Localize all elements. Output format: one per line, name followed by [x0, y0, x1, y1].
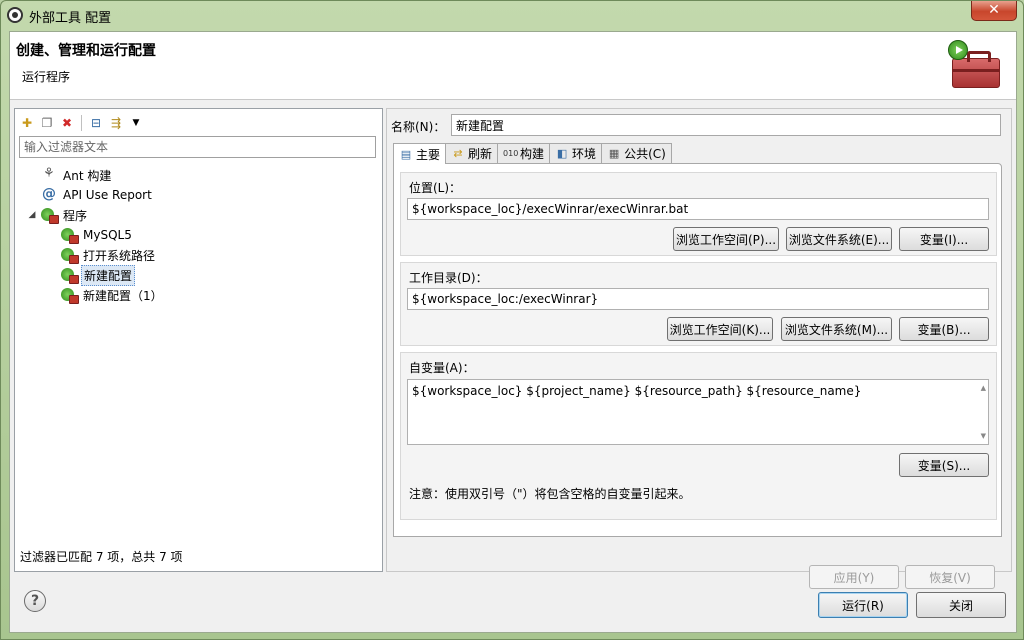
- workdir-browse-workspace-button[interactable]: 浏览工作空间(K)...: [667, 317, 773, 341]
- arguments-group: 自变量(A)： ${workspace_loc} ${project_name}…: [400, 352, 997, 520]
- program-config-icon: [61, 227, 79, 244]
- tree-item-mysql5[interactable]: MySQL5: [61, 225, 134, 245]
- main-tab-body: 位置(L)： ${workspace_loc}/execWinrar/execW…: [393, 163, 1002, 537]
- eclipse-icon: [7, 7, 23, 23]
- dialog-window: 外部工具 配置 ✕ 创建、管理和运行配置 运行程序 ✚ ❐ ✖ ⊟ ⇶ ▼ 输入…: [0, 0, 1024, 640]
- new-config-icon[interactable]: ✚: [19, 115, 35, 131]
- title-bar[interactable]: 外部工具 配置 ✕: [1, 1, 1023, 29]
- api-icon: [41, 186, 57, 203]
- workdir-variables-button[interactable]: 变量(B)...: [899, 317, 989, 341]
- working-directory-field[interactable]: ${workspace_loc:/execWinrar}: [407, 288, 989, 310]
- collapse-all-icon[interactable]: ⊟: [88, 115, 104, 131]
- delete-icon[interactable]: ✖: [59, 115, 75, 131]
- program-config-icon: [61, 267, 79, 284]
- tree-item-label: 打开系统路径: [83, 248, 156, 263]
- location-group: 位置(L)： ${workspace_loc}/execWinrar/execW…: [400, 172, 997, 256]
- tree-item-label: 程序: [63, 208, 88, 223]
- window-close-button[interactable]: ✕: [971, 1, 1017, 21]
- name-label: 名称(N)：: [391, 120, 446, 134]
- header-title: 创建、管理和运行配置: [16, 43, 156, 59]
- help-icon[interactable]: ?: [24, 590, 46, 612]
- config-toolbar: ✚ ❐ ✖ ⊟ ⇶ ▼: [19, 113, 144, 133]
- ant-icon: [41, 166, 57, 183]
- name-field[interactable]: 新建配置: [451, 114, 1001, 136]
- common-tab-icon: ▦: [608, 147, 620, 160]
- tab-label: 主要: [416, 147, 441, 162]
- location-variables-button[interactable]: 变量(I)...: [899, 227, 989, 251]
- tree-item-api-use-report[interactable]: API Use Report: [41, 185, 154, 205]
- environment-tab-icon: ◧: [556, 147, 568, 160]
- program-icon: [41, 207, 59, 224]
- tree-item-label: 新建配置（1）: [83, 288, 163, 303]
- arguments-note: 注意：使用双引号（"）将包含空格的自变量引起来。: [409, 487, 691, 501]
- arguments-variables-button[interactable]: 变量(S)...: [899, 453, 989, 477]
- config-editor-panel: 名称(N)： 新建配置 ▤ 主要 ⇄ 刷新 010 构建 ◧ 环境 ▦ 公共(C…: [386, 108, 1012, 589]
- tab-label: 构建: [520, 147, 545, 161]
- arguments-label: 自变量(A)：: [409, 361, 475, 375]
- tree-item-program[interactable]: ◢ 程序: [27, 205, 89, 225]
- tab-label: 环境: [572, 147, 597, 161]
- location-browse-filesystem-button[interactable]: 浏览文件系统(E)...: [786, 227, 892, 251]
- scroll-down-icon[interactable]: ▼: [981, 432, 986, 440]
- dropdown-icon[interactable]: ▼: [128, 115, 144, 131]
- tree-item-new-config[interactable]: 新建配置: [61, 264, 136, 286]
- expand-collapse-icon[interactable]: ◢: [27, 210, 37, 220]
- program-config-icon: [61, 287, 79, 304]
- tree-item-label: Ant 构建: [63, 168, 112, 183]
- program-config-icon: [61, 247, 79, 264]
- run-button[interactable]: 运行(R): [818, 592, 908, 618]
- tree-item-label: 新建配置: [81, 264, 136, 286]
- tree-item-label: MySQL5: [83, 228, 132, 242]
- tree-item-new-config-1[interactable]: 新建配置（1）: [61, 285, 165, 305]
- refresh-tab-icon: ⇄: [453, 147, 463, 160]
- scroll-up-icon[interactable]: ▲: [981, 384, 986, 392]
- tab-environment[interactable]: ◧ 环境: [549, 143, 603, 163]
- workdir-browse-filesystem-button[interactable]: 浏览文件系统(M)...: [781, 317, 892, 341]
- dialog-client-area: 创建、管理和运行配置 运行程序 ✚ ❐ ✖ ⊟ ⇶ ▼ An: [9, 31, 1017, 633]
- tab-label: 公共(C): [624, 147, 666, 161]
- tab-label: 刷新: [468, 147, 493, 161]
- duplicate-icon[interactable]: ❐: [39, 115, 55, 131]
- config-list-panel: ✚ ❐ ✖ ⊟ ⇶ ▼ Ant 构建 API Use Report: [14, 108, 383, 572]
- tab-common[interactable]: ▦ 公共(C): [601, 143, 672, 163]
- toolbar-separator: [81, 115, 82, 131]
- tree-item-label: API Use Report: [63, 188, 152, 202]
- location-label: 位置(L)：: [409, 181, 462, 195]
- tab-main[interactable]: ▤ 主要: [393, 143, 447, 164]
- working-directory-group: 工作目录(D)： ${workspace_loc:/execWinrar} 浏览…: [400, 262, 997, 346]
- build-tab-icon: 010: [503, 149, 519, 158]
- location-field[interactable]: ${workspace_loc}/execWinrar/execWinrar.b…: [407, 198, 989, 220]
- tree-item-open-system-path[interactable]: 打开系统路径: [61, 245, 157, 265]
- tree-item-ant-build[interactable]: Ant 构建: [41, 165, 113, 185]
- working-directory-label: 工作目录(D)：: [409, 271, 488, 285]
- apply-button[interactable]: 应用(Y): [809, 565, 899, 589]
- main-tab-icon: ▤: [400, 147, 412, 161]
- tab-refresh[interactable]: ⇄ 刷新: [445, 143, 499, 163]
- filter-icon[interactable]: ⇶: [108, 115, 124, 131]
- dialog-header: 创建、管理和运行配置 运行程序: [10, 32, 1016, 100]
- arguments-text: ${workspace_loc} ${project_name} ${resou…: [412, 384, 862, 398]
- arguments-textarea[interactable]: ${workspace_loc} ${project_name} ${resou…: [407, 379, 989, 445]
- external-tools-toolbox-icon: [948, 40, 1002, 92]
- close-button[interactable]: 关闭: [916, 592, 1006, 618]
- filter-input[interactable]: [19, 136, 376, 158]
- window-title: 外部工具 配置: [29, 11, 112, 26]
- header-subtitle: 运行程序: [22, 70, 71, 84]
- revert-button[interactable]: 恢复(V): [905, 565, 995, 589]
- config-tabs: ▤ 主要 ⇄ 刷新 010 构建 ◧ 环境 ▦ 公共(C): [393, 143, 672, 164]
- location-browse-workspace-button[interactable]: 浏览工作空间(P)...: [673, 227, 779, 251]
- tab-build[interactable]: 010 构建: [497, 143, 551, 163]
- filter-status: 过滤器已匹配 7 项，总共 7 项: [20, 550, 183, 564]
